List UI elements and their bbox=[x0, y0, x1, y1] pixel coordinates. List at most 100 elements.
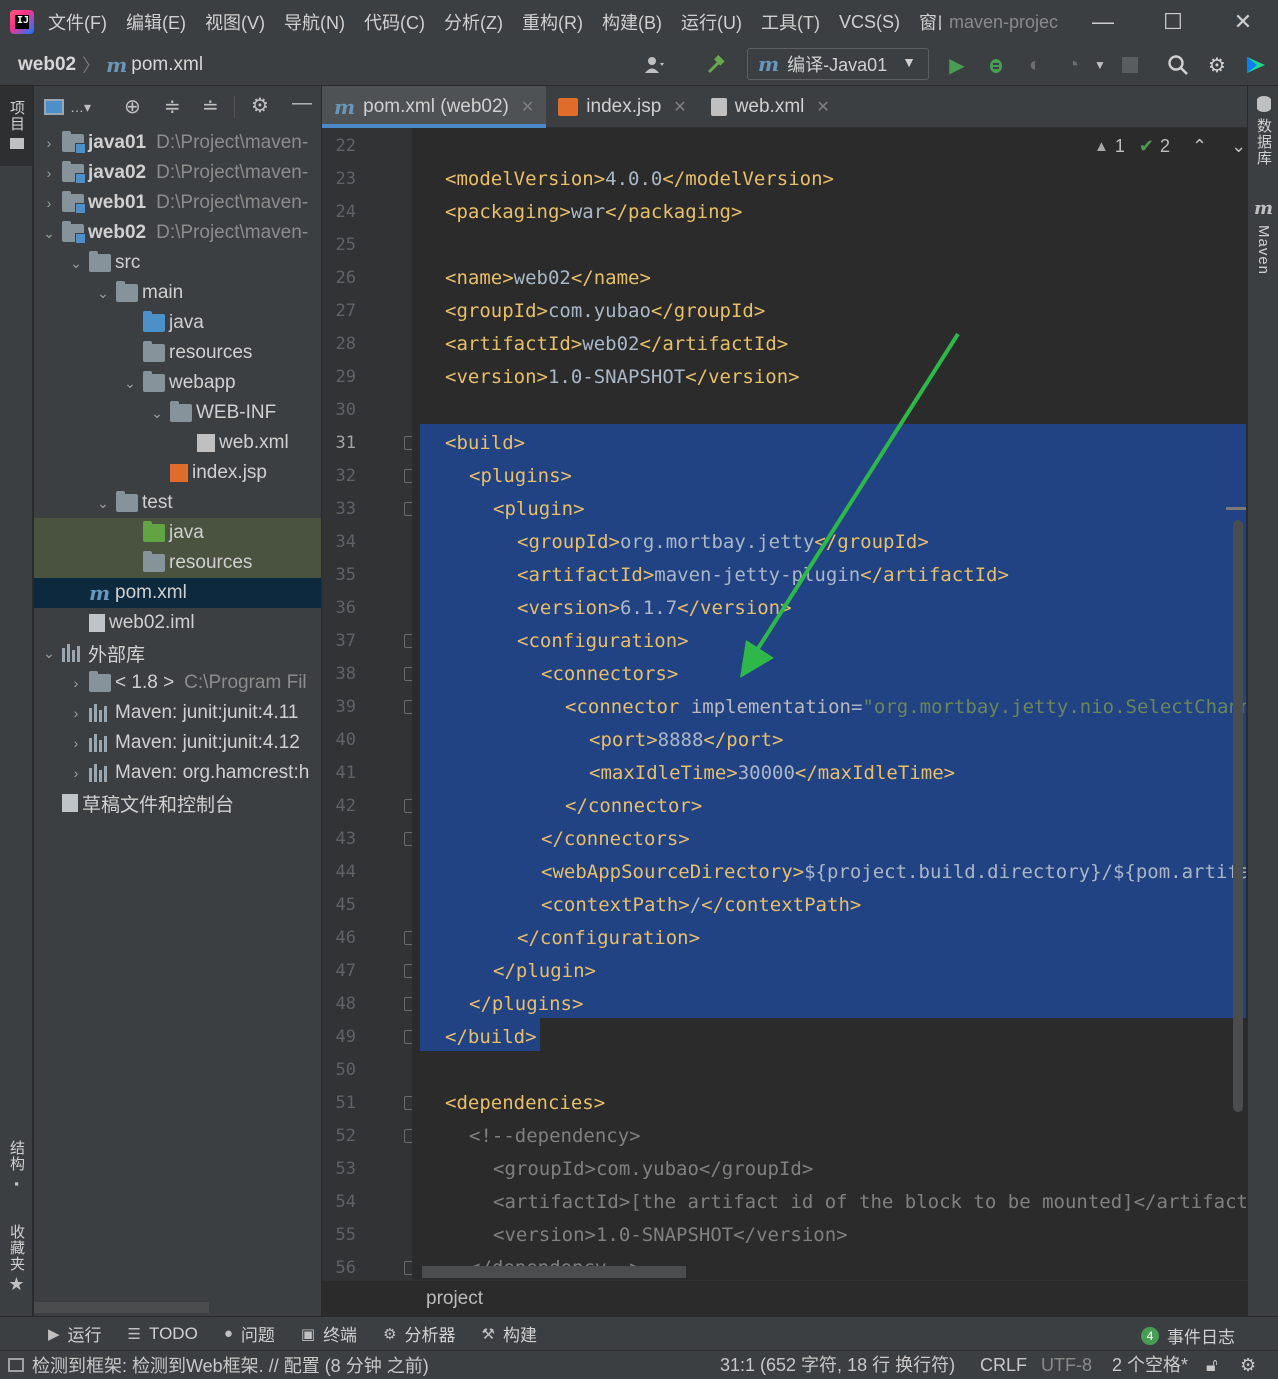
tree-expand-arrow-icon[interactable]: ⌄ bbox=[42, 645, 56, 662]
tree-item[interactable]: › < 1.8 > C:\Program Fil bbox=[34, 668, 321, 698]
terminal-tool-button[interactable]: ▣ 终端 bbox=[301, 1321, 357, 1346]
event-log-button[interactable]: 4 事件日志 bbox=[1141, 1323, 1235, 1348]
previous-highlight-icon[interactable]: ⌃ bbox=[1192, 136, 1207, 157]
todo-tool-button[interactable]: ☰ TODO bbox=[128, 1324, 198, 1344]
structure-tool-tab[interactable]: 结构 ▪ bbox=[0, 1140, 33, 1191]
project-tool-tab[interactable]: 项目 bbox=[0, 86, 33, 166]
tree-item[interactable]: › java01 D:\Project\maven- bbox=[34, 128, 321, 158]
line-number-gutter[interactable]: 22 23 24 25 26 27 28 29 30 31 32 33 34 35 36 37 38 39 40 41… bbox=[322, 128, 418, 1280]
tree-item[interactable]: m pom.xml bbox=[34, 578, 321, 608]
locate-file-icon[interactable]: ⊕ bbox=[124, 94, 141, 119]
coverage-icon[interactable]: ◐ bbox=[1022, 52, 1048, 78]
view-mode-ellipsis[interactable]: …▾ bbox=[70, 99, 91, 116]
menu-refactor[interactable]: 重构(R) bbox=[522, 9, 583, 35]
expand-all-icon[interactable]: ≑ bbox=[164, 94, 181, 119]
tree-item[interactable]: ⌄ src bbox=[34, 248, 321, 278]
breadcrumb-project[interactable]: web02 bbox=[18, 54, 76, 76]
caret-position[interactable]: 31:1 (652 字符, 18 行 换行符) bbox=[720, 1352, 955, 1378]
close-tab-icon[interactable]: ✕ bbox=[673, 97, 686, 117]
editor-breadcrumb[interactable]: project bbox=[322, 1280, 1247, 1316]
next-highlight-icon[interactable]: ⌄ bbox=[1231, 136, 1246, 157]
tree-item[interactable]: › Maven: junit:junit:4.12 bbox=[34, 728, 321, 758]
menu-view[interactable]: 视图(V) bbox=[205, 9, 265, 35]
tab-pom-xml[interactable]: m pom.xml (web02) ✕ bbox=[322, 86, 547, 128]
tree-item[interactable]: web.xml bbox=[34, 428, 321, 458]
tree-expand-arrow-icon[interactable]: ⌄ bbox=[42, 225, 56, 242]
inspection-widget[interactable]: ▲ 1 ✔ 2 ⌃ ⌄ bbox=[1094, 136, 1246, 157]
menu-file[interactable]: 文件(F) bbox=[48, 9, 107, 35]
close-tab-icon[interactable]: ✕ bbox=[816, 97, 829, 117]
menu-build[interactable]: 构建(B) bbox=[602, 9, 662, 35]
inspection-profile-icon[interactable]: ⚙ bbox=[1240, 1352, 1256, 1378]
tree-expand-arrow-icon[interactable]: ⌄ bbox=[150, 405, 164, 422]
tab-index-jsp[interactable]: index.jsp ✕ bbox=[546, 86, 698, 128]
tree-item[interactable]: › web01 D:\Project\maven- bbox=[34, 188, 321, 218]
editor-vertical-scrollbar[interactable] bbox=[1233, 520, 1243, 1112]
search-icon[interactable] bbox=[1165, 52, 1191, 78]
close-window-button[interactable]: ✕ bbox=[1208, 0, 1278, 44]
toggle-tool-windows-icon[interactable] bbox=[8, 1358, 24, 1372]
menu-window[interactable]: 窗口 bbox=[919, 9, 941, 35]
status-message[interactable]: 检测到框架: 检测到Web框架. // 配置 (8 分钟 之前) bbox=[32, 1352, 429, 1378]
problems-tool-button[interactable]: ● 问题 bbox=[224, 1321, 275, 1346]
run-icon[interactable]: ▶ bbox=[944, 52, 970, 78]
tree-expand-arrow-icon[interactable]: › bbox=[42, 165, 56, 181]
tree-expand-arrow-icon[interactable]: › bbox=[69, 705, 83, 721]
debug-icon[interactable] bbox=[983, 52, 1009, 78]
editor-horizontal-scrollbar[interactable] bbox=[422, 1266, 686, 1278]
settings-gear-icon[interactable]: ⚙ bbox=[1204, 52, 1230, 78]
menu-edit[interactable]: 编辑(E) bbox=[126, 9, 186, 35]
hide-panel-icon[interactable]: — bbox=[292, 92, 312, 115]
menu-analyze[interactable]: 分析(Z) bbox=[444, 9, 503, 35]
database-tool-tab[interactable]: 数据库 bbox=[1248, 96, 1278, 166]
run-configuration-dropdown[interactable]: m 编译-Java01 ▼ bbox=[747, 48, 929, 80]
menu-navigate[interactable]: 导航(N) bbox=[284, 9, 345, 35]
favorites-tool-tab[interactable]: 收藏夹 ★ bbox=[0, 1224, 33, 1295]
profile-icon[interactable]: ◔ bbox=[1060, 52, 1086, 78]
tree-expand-arrow-icon[interactable]: › bbox=[69, 765, 83, 781]
tree-item[interactable]: ⌄ main bbox=[34, 278, 321, 308]
tree-item[interactable]: › Maven: junit:junit:4.11 bbox=[34, 698, 321, 728]
tree-item[interactable]: web02.iml bbox=[34, 608, 321, 638]
code-editor[interactable]: <modelVersion>4.0.0</modelVersion> <packa… bbox=[412, 128, 1246, 1280]
tree-item[interactable]: ⌄ test bbox=[34, 488, 321, 518]
panel-settings-icon[interactable]: ⚙ bbox=[251, 93, 269, 118]
minimize-button[interactable]: — bbox=[1068, 0, 1138, 44]
toolbox-icon[interactable] bbox=[1243, 52, 1269, 78]
project-panel-scrollbar[interactable] bbox=[34, 1302, 209, 1313]
lock-icon[interactable]: 🔓︎ bbox=[1206, 1352, 1218, 1378]
tree-expand-arrow-icon[interactable]: › bbox=[42, 195, 56, 211]
build-tool-button[interactable]: ⚒ 构建 bbox=[482, 1321, 537, 1346]
tree-item[interactable]: ⌄ WEB-INF bbox=[34, 398, 321, 428]
tree-expand-arrow-icon[interactable]: › bbox=[42, 135, 56, 151]
collapse-all-icon[interactable]: ≐ bbox=[202, 94, 219, 119]
user-icon[interactable] bbox=[642, 52, 668, 78]
maven-tool-tab[interactable]: m Maven bbox=[1248, 198, 1278, 275]
tree-item[interactable]: resources bbox=[34, 548, 321, 578]
tree-expand-arrow-icon[interactable]: ⌄ bbox=[123, 375, 137, 392]
tree-expand-arrow-icon[interactable]: ⌄ bbox=[96, 285, 110, 302]
tree-item[interactable]: java bbox=[34, 518, 321, 548]
tree-item[interactable]: 草稿文件和控制台 bbox=[34, 788, 321, 818]
tree-item[interactable]: ⌄ web02 D:\Project\maven- bbox=[34, 218, 321, 248]
tree-item[interactable]: › java02 D:\Project\maven- bbox=[34, 158, 321, 188]
tree-item[interactable]: java bbox=[34, 308, 321, 338]
tree-expand-arrow-icon[interactable]: ⌄ bbox=[96, 495, 110, 512]
tree-item[interactable]: resources bbox=[34, 338, 321, 368]
tree-item[interactable]: index.jsp bbox=[34, 458, 321, 488]
run-tool-button[interactable]: ▶ 运行 bbox=[48, 1321, 102, 1346]
stop-icon[interactable] bbox=[1117, 52, 1143, 78]
indent-setting[interactable]: 2 个空格* bbox=[1112, 1352, 1188, 1378]
close-tab-icon[interactable]: ✕ bbox=[521, 97, 534, 117]
tree-expand-arrow-icon[interactable]: › bbox=[69, 675, 83, 691]
tree-expand-arrow-icon[interactable]: › bbox=[69, 735, 83, 751]
maximize-button[interactable]: ☐ bbox=[1138, 0, 1208, 44]
tree-expand-arrow-icon[interactable]: ⌄ bbox=[69, 255, 83, 272]
tab-web-xml[interactable]: web.xml ✕ bbox=[699, 86, 842, 128]
menu-run[interactable]: 运行(U) bbox=[681, 9, 742, 35]
profiler-tool-button[interactable]: ⚙ 分析器 bbox=[383, 1321, 455, 1346]
build-hammer-icon[interactable] bbox=[703, 52, 729, 78]
tree-item[interactable]: ⌄ 外部库 bbox=[34, 638, 321, 668]
line-separator[interactable]: CRLF bbox=[980, 1352, 1027, 1378]
file-encoding[interactable]: UTF-8 bbox=[1041, 1352, 1092, 1378]
